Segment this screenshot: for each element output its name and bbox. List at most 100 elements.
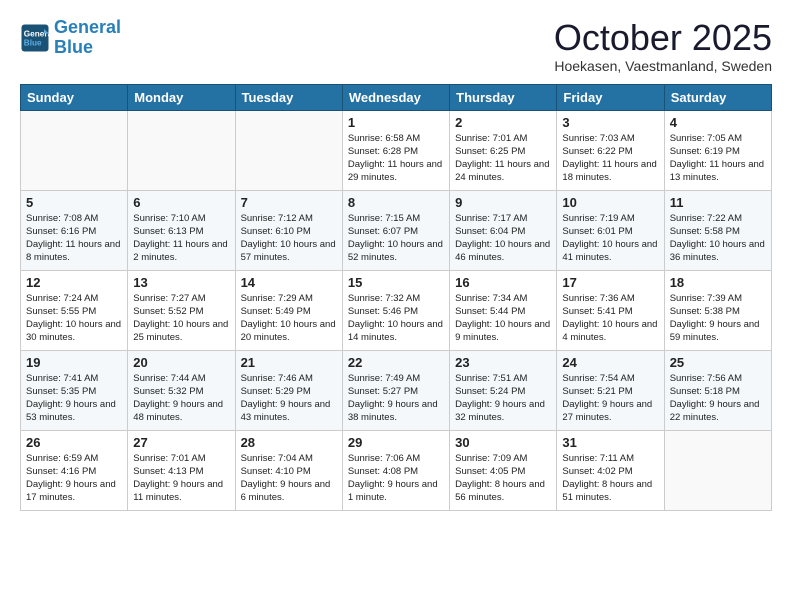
day-number: 8	[348, 195, 444, 210]
day-number: 1	[348, 115, 444, 130]
logo-text: General Blue	[54, 18, 121, 58]
day-number: 21	[241, 355, 337, 370]
day-info: Sunrise: 7:01 AM Sunset: 4:13 PM Dayligh…	[133, 452, 229, 505]
day-number: 29	[348, 435, 444, 450]
calendar-cell	[235, 110, 342, 190]
calendar-cell: 4Sunrise: 7:05 AM Sunset: 6:19 PM Daylig…	[664, 110, 771, 190]
day-info: Sunrise: 7:15 AM Sunset: 6:07 PM Dayligh…	[348, 212, 444, 265]
day-number: 28	[241, 435, 337, 450]
day-number: 12	[26, 275, 122, 290]
calendar-week-row: 5 Sunrise: 7:08 AM Sunset: 6:16 PM Daylig…	[21, 190, 772, 270]
calendar-week-row: 12 Sunrise: 7:24 AM Sunset: 5:55 PM Dayli…	[21, 270, 772, 350]
calendar-day-header: Monday	[128, 84, 235, 110]
calendar-cell: 16 Sunrise: 7:34 AM Sunset: 5:44 PM Dayli…	[450, 270, 557, 350]
day-info: Sunrise: 7:01 AM Sunset: 6:25 PM Dayligh…	[455, 132, 551, 185]
calendar-day-header: Saturday	[664, 84, 771, 110]
day-info: Sunrise: 7:41 AM Sunset: 5:35 PM Dayligh…	[26, 372, 122, 425]
day-number: 6	[133, 195, 229, 210]
calendar-day-header: Thursday	[450, 84, 557, 110]
day-info: Sunrise: 7:46 AM Sunset: 5:29 PM Dayligh…	[241, 372, 337, 425]
calendar-cell: 24 Sunrise: 7:54 AM Sunset: 5:21 PM Dayli…	[557, 350, 664, 430]
calendar-cell: 3 Sunrise: 7:03 AM Sunset: 6:22 PM Daylig…	[557, 110, 664, 190]
day-number: 4	[670, 115, 766, 130]
calendar-cell: 12 Sunrise: 7:24 AM Sunset: 5:55 PM Dayli…	[21, 270, 128, 350]
calendar-cell: 9 Sunrise: 7:17 AM Sunset: 6:04 PM Daylig…	[450, 190, 557, 270]
calendar-cell: 18 Sunrise: 7:39 AM Sunset: 5:38 PM Dayli…	[664, 270, 771, 350]
calendar-cell: 5 Sunrise: 7:08 AM Sunset: 6:16 PM Daylig…	[21, 190, 128, 270]
calendar-cell	[664, 430, 771, 510]
calendar-week-row: 1 Sunrise: 6:58 AM Sunset: 6:28 PM Daylig…	[21, 110, 772, 190]
calendar-cell: 22 Sunrise: 7:49 AM Sunset: 5:27 PM Dayli…	[342, 350, 449, 430]
calendar-cell: 31Sunrise: 7:11 AM Sunset: 4:02 PM Dayli…	[557, 430, 664, 510]
calendar-cell: 17Sunrise: 7:36 AM Sunset: 5:41 PM Dayli…	[557, 270, 664, 350]
calendar-cell: 15Sunrise: 7:32 AM Sunset: 5:46 PM Dayli…	[342, 270, 449, 350]
calendar-cell: 26Sunrise: 6:59 AM Sunset: 4:16 PM Dayli…	[21, 430, 128, 510]
calendar-day-header: Friday	[557, 84, 664, 110]
day-info: Sunrise: 7:19 AM Sunset: 6:01 PM Dayligh…	[562, 212, 658, 265]
day-info: Sunrise: 7:49 AM Sunset: 5:27 PM Dayligh…	[348, 372, 444, 425]
day-number: 14	[241, 275, 337, 290]
month-title: October 2025	[554, 18, 772, 58]
calendar-cell: 11 Sunrise: 7:22 AM Sunset: 5:58 PM Dayli…	[664, 190, 771, 270]
calendar-cell: 1 Sunrise: 6:58 AM Sunset: 6:28 PM Daylig…	[342, 110, 449, 190]
calendar-cell: 19 Sunrise: 7:41 AM Sunset: 5:35 PM Dayli…	[21, 350, 128, 430]
day-info: Sunrise: 7:17 AM Sunset: 6:04 PM Dayligh…	[455, 212, 551, 265]
day-number: 9	[455, 195, 551, 210]
calendar-week-row: 26Sunrise: 6:59 AM Sunset: 4:16 PM Dayli…	[21, 430, 772, 510]
day-info: Sunrise: 7:39 AM Sunset: 5:38 PM Dayligh…	[670, 292, 766, 345]
day-number: 27	[133, 435, 229, 450]
calendar-cell: 6 Sunrise: 7:10 AM Sunset: 6:13 PM Daylig…	[128, 190, 235, 270]
logo-line2: Blue	[54, 37, 93, 57]
day-info: Sunrise: 7:54 AM Sunset: 5:21 PM Dayligh…	[562, 372, 658, 425]
calendar-day-header: Sunday	[21, 84, 128, 110]
calendar-cell: 13Sunrise: 7:27 AM Sunset: 5:52 PM Dayli…	[128, 270, 235, 350]
header: General Blue General Blue October 2025 H…	[20, 18, 772, 74]
day-number: 22	[348, 355, 444, 370]
day-number: 18	[670, 275, 766, 290]
day-number: 3	[562, 115, 658, 130]
day-number: 7	[241, 195, 337, 210]
day-info: Sunrise: 7:24 AM Sunset: 5:55 PM Dayligh…	[26, 292, 122, 345]
calendar-cell: 10 Sunrise: 7:19 AM Sunset: 6:01 PM Dayli…	[557, 190, 664, 270]
day-info: Sunrise: 7:27 AM Sunset: 5:52 PM Dayligh…	[133, 292, 229, 345]
day-info: Sunrise: 7:10 AM Sunset: 6:13 PM Dayligh…	[133, 212, 229, 265]
location-subtitle: Hoekasen, Vaestmanland, Sweden	[554, 58, 772, 74]
day-info: Sunrise: 7:08 AM Sunset: 6:16 PM Dayligh…	[26, 212, 122, 265]
calendar-cell: 2Sunrise: 7:01 AM Sunset: 6:25 PM Daylig…	[450, 110, 557, 190]
day-number: 30	[455, 435, 551, 450]
day-number: 19	[26, 355, 122, 370]
calendar-cell: 21 Sunrise: 7:46 AM Sunset: 5:29 PM Dayli…	[235, 350, 342, 430]
day-info: Sunrise: 7:34 AM Sunset: 5:44 PM Dayligh…	[455, 292, 551, 345]
day-info: Sunrise: 7:03 AM Sunset: 6:22 PM Dayligh…	[562, 132, 658, 185]
day-info: Sunrise: 7:12 AM Sunset: 6:10 PM Dayligh…	[241, 212, 337, 265]
day-number: 17	[562, 275, 658, 290]
day-number: 23	[455, 355, 551, 370]
day-number: 10	[562, 195, 658, 210]
day-number: 11	[670, 195, 766, 210]
day-number: 16	[455, 275, 551, 290]
logo: General Blue General Blue	[20, 18, 121, 58]
day-info: Sunrise: 7:22 AM Sunset: 5:58 PM Dayligh…	[670, 212, 766, 265]
calendar-cell: 20Sunrise: 7:44 AM Sunset: 5:32 PM Dayli…	[128, 350, 235, 430]
day-info: Sunrise: 6:58 AM Sunset: 6:28 PM Dayligh…	[348, 132, 444, 185]
calendar-week-row: 19 Sunrise: 7:41 AM Sunset: 5:35 PM Dayli…	[21, 350, 772, 430]
logo-icon: General Blue	[20, 23, 50, 53]
day-info: Sunrise: 7:56 AM Sunset: 5:18 PM Dayligh…	[670, 372, 766, 425]
day-info: Sunrise: 7:32 AM Sunset: 5:46 PM Dayligh…	[348, 292, 444, 345]
calendar-cell: 8 Sunrise: 7:15 AM Sunset: 6:07 PM Daylig…	[342, 190, 449, 270]
day-number: 25	[670, 355, 766, 370]
page: General Blue General Blue October 2025 H…	[0, 0, 792, 521]
calendar-day-header: Tuesday	[235, 84, 342, 110]
day-info: Sunrise: 7:11 AM Sunset: 4:02 PM Dayligh…	[562, 452, 658, 505]
calendar-cell: 30Sunrise: 7:09 AM Sunset: 4:05 PM Dayli…	[450, 430, 557, 510]
calendar-cell	[128, 110, 235, 190]
calendar-cell: 7 Sunrise: 7:12 AM Sunset: 6:10 PM Daylig…	[235, 190, 342, 270]
day-number: 24	[562, 355, 658, 370]
calendar-cell: 23Sunrise: 7:51 AM Sunset: 5:24 PM Dayli…	[450, 350, 557, 430]
calendar-cell	[21, 110, 128, 190]
day-info: Sunrise: 7:06 AM Sunset: 4:08 PM Dayligh…	[348, 452, 444, 505]
calendar-day-header: Wednesday	[342, 84, 449, 110]
day-number: 5	[26, 195, 122, 210]
day-info: Sunrise: 7:04 AM Sunset: 4:10 PM Dayligh…	[241, 452, 337, 505]
title-block: October 2025 Hoekasen, Vaestmanland, Swe…	[554, 18, 772, 74]
